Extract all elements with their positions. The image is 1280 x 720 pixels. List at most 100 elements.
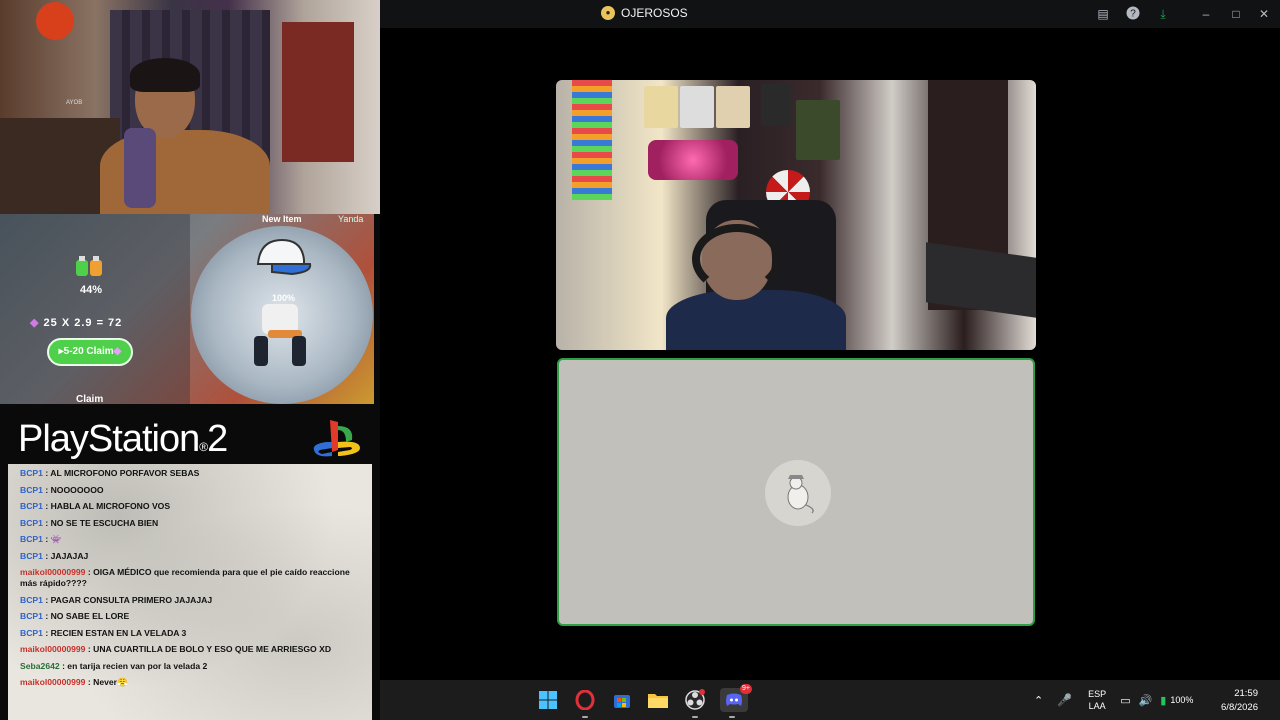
rat-avatar-icon bbox=[787, 475, 814, 514]
download-icon[interactable]: ⤓ bbox=[1155, 6, 1171, 22]
gem-icon: ◆ bbox=[30, 317, 40, 329]
microphone-icon[interactable]: 🎤 bbox=[1057, 693, 1072, 707]
discord-window: ● OJEROSOS ▤ ? ⤓ – □ ✕ bbox=[380, 0, 1280, 680]
chat-username: BCP1 bbox=[20, 627, 43, 638]
chat-text: : NOOOOOOO bbox=[45, 484, 104, 495]
discord-badge: 9+ bbox=[740, 684, 752, 694]
streamer-webcam: AYOB bbox=[0, 0, 380, 214]
chat-text: : NO SABE EL LORE bbox=[45, 611, 130, 621]
chat-text: : Never😤 bbox=[87, 677, 128, 687]
windows-start-icon[interactable] bbox=[536, 688, 560, 712]
chat-message: BCP1 : NO SE TE ESCUCHA BIEN bbox=[20, 518, 362, 529]
chat-username: maikol00000999 bbox=[20, 677, 86, 687]
potion-icon bbox=[76, 256, 102, 276]
chat-username: BCP1 bbox=[20, 550, 43, 561]
minimize-icon[interactable]: – bbox=[1198, 6, 1214, 22]
chat-message: BCP1 : JAJAJAJ bbox=[20, 551, 362, 562]
game-avatar bbox=[254, 304, 306, 366]
chat-message: BCP1 : NO SABE EL LORE bbox=[20, 611, 362, 622]
playstation-emblem-icon bbox=[313, 420, 360, 457]
chat-message: BCP1 : AL MICROFONO PORFAVOR SEBAS bbox=[20, 468, 362, 479]
gem-formula-text: 25 X 2.9 = 72 bbox=[43, 317, 123, 329]
clock[interactable]: 21:59 6/8/2026 bbox=[1221, 687, 1258, 715]
claim-button-label: 5-20 Claim bbox=[63, 346, 114, 357]
chat-username: BCP1 bbox=[20, 517, 43, 528]
display-icon[interactable]: ▭ bbox=[1120, 694, 1130, 707]
chat-username: BCP1 bbox=[20, 594, 43, 605]
chat-message: BCP1 : RECIEN ESTAN EN LA VELADA 3 bbox=[20, 628, 362, 639]
chat-message: maikol00000999 : OIGA MÉDICO que recomie… bbox=[20, 567, 362, 589]
chat-message: BCP1 : 👾 bbox=[20, 534, 362, 545]
file-explorer-icon[interactable] bbox=[646, 688, 670, 712]
chat-message: maikol00000999 : Never😤 bbox=[20, 677, 362, 688]
ps2-logo: PlayStation®2 bbox=[18, 418, 228, 461]
server-icon: ● bbox=[601, 6, 615, 20]
opera-icon[interactable] bbox=[573, 688, 597, 718]
chat-username: BCP1 bbox=[20, 484, 43, 495]
chat-text: : HABLA AL MICROFONO VOS bbox=[45, 501, 171, 511]
clock-date: 6/8/2026 bbox=[1221, 702, 1258, 713]
clock-time: 21:59 bbox=[1234, 688, 1258, 699]
obs-icon[interactable] bbox=[683, 688, 707, 718]
ps2-logo-num: 2 bbox=[207, 418, 228, 460]
chat-message: BCP1 : PAGAR CONSULTA PRIMERO JAJAJAJ bbox=[20, 595, 362, 606]
discord-icon[interactable]: 9+ bbox=[720, 684, 752, 718]
call-stage bbox=[380, 28, 1280, 680]
claim-label: Claim bbox=[76, 394, 104, 405]
taskbar: 9+ ⌃ 🎤 ESP LAA ▭ 🔊 ▮ 100% 21:59 6/8/2026 bbox=[380, 680, 1280, 720]
chat-username: Seba2642 bbox=[20, 660, 60, 671]
chat-username: maikol00000999 bbox=[20, 567, 86, 577]
participant-video-tile[interactable] bbox=[556, 80, 1036, 350]
language-top: ESP bbox=[1088, 689, 1107, 699]
claim-button[interactable]: ▸5-20 Claim◆ bbox=[47, 338, 133, 366]
battery-icon[interactable]: ▮ bbox=[1160, 694, 1166, 707]
chat-text: : UNA CUARTILLA DE BOLO Y ESO QUE ME ARR… bbox=[87, 644, 332, 654]
door bbox=[282, 22, 354, 162]
ps2-logo-reg: ® bbox=[199, 440, 208, 454]
progress-percent: 44% bbox=[80, 284, 103, 296]
language-indicator[interactable]: ESP LAA bbox=[1088, 688, 1106, 712]
gem-icon: ◆ bbox=[113, 346, 122, 357]
streamer-figure bbox=[100, 58, 270, 214]
neon-sign bbox=[648, 140, 738, 180]
mascot-figure bbox=[36, 2, 74, 40]
language-bottom: LAA bbox=[1088, 701, 1106, 711]
user-avatar bbox=[765, 460, 831, 526]
system-tray: ⌃ 🎤 ESP LAA ▭ 🔊 ▮ 100% bbox=[1034, 680, 1193, 720]
chat-text: : en tarija recien van por la velada 2 bbox=[62, 660, 208, 671]
chat-username: BCP1 bbox=[20, 611, 43, 621]
webcam-tag: AYOB bbox=[66, 100, 83, 106]
battery-percent: 100% bbox=[1170, 695, 1194, 705]
volume-icon[interactable]: 🔊 bbox=[1139, 694, 1153, 707]
window-title: OJEROSOS bbox=[621, 6, 688, 20]
chat-username: BCP1 bbox=[20, 501, 43, 511]
chat-message: Seba2642 : en tarija recien van por la v… bbox=[20, 661, 362, 672]
help-icon[interactable]: ? bbox=[1125, 6, 1141, 22]
chat-text: : AL MICROFONO PORFAVOR SEBAS bbox=[45, 468, 200, 478]
microsoft-store-icon[interactable] bbox=[610, 688, 634, 712]
new-item-label: New Item bbox=[262, 214, 302, 224]
chat-username: BCP1 bbox=[20, 534, 43, 544]
svg-text:?: ? bbox=[1130, 9, 1136, 20]
headphones-icon bbox=[692, 224, 782, 294]
ps2-logo-text: PlayStation bbox=[18, 418, 200, 460]
microphone-icon bbox=[124, 128, 156, 208]
chevron-up-icon[interactable]: ⌃ bbox=[1034, 694, 1043, 707]
chat-text: : 👾 bbox=[45, 534, 62, 544]
inbox-icon[interactable]: ▤ bbox=[1095, 6, 1111, 22]
participant-figure bbox=[666, 220, 846, 350]
stream-overlay: AYOB New Item Yanda 100% 44% ◆ 25 X 2.9 … bbox=[0, 0, 380, 720]
window-title-group: ● OJEROSOS bbox=[601, 6, 688, 20]
chat-username: maikol00000999 bbox=[20, 644, 86, 654]
chat-message: BCP1 : NOOOOOOO bbox=[20, 485, 362, 496]
chat-text: : RECIEN ESTAN EN LA VELADA 3 bbox=[45, 627, 187, 638]
chat-message: BCP1 : HABLA AL MICROFONO VOS bbox=[20, 501, 362, 512]
chat-overlay: BCP1 : AL MICROFONO PORFAVOR SEBAS BCP1 :… bbox=[8, 464, 372, 720]
brand-tag: Yanda bbox=[338, 214, 364, 224]
close-icon[interactable]: ✕ bbox=[1256, 6, 1272, 22]
maximize-icon[interactable]: □ bbox=[1228, 6, 1244, 22]
chat-username: BCP1 bbox=[20, 468, 43, 478]
chat-message: maikol00000999 : UNA CUARTILLA DE BOLO Y… bbox=[20, 644, 362, 655]
chat-text: : NO SE TE ESCUCHA BIEN bbox=[45, 517, 159, 528]
participant-avatar-tile[interactable] bbox=[557, 358, 1035, 626]
